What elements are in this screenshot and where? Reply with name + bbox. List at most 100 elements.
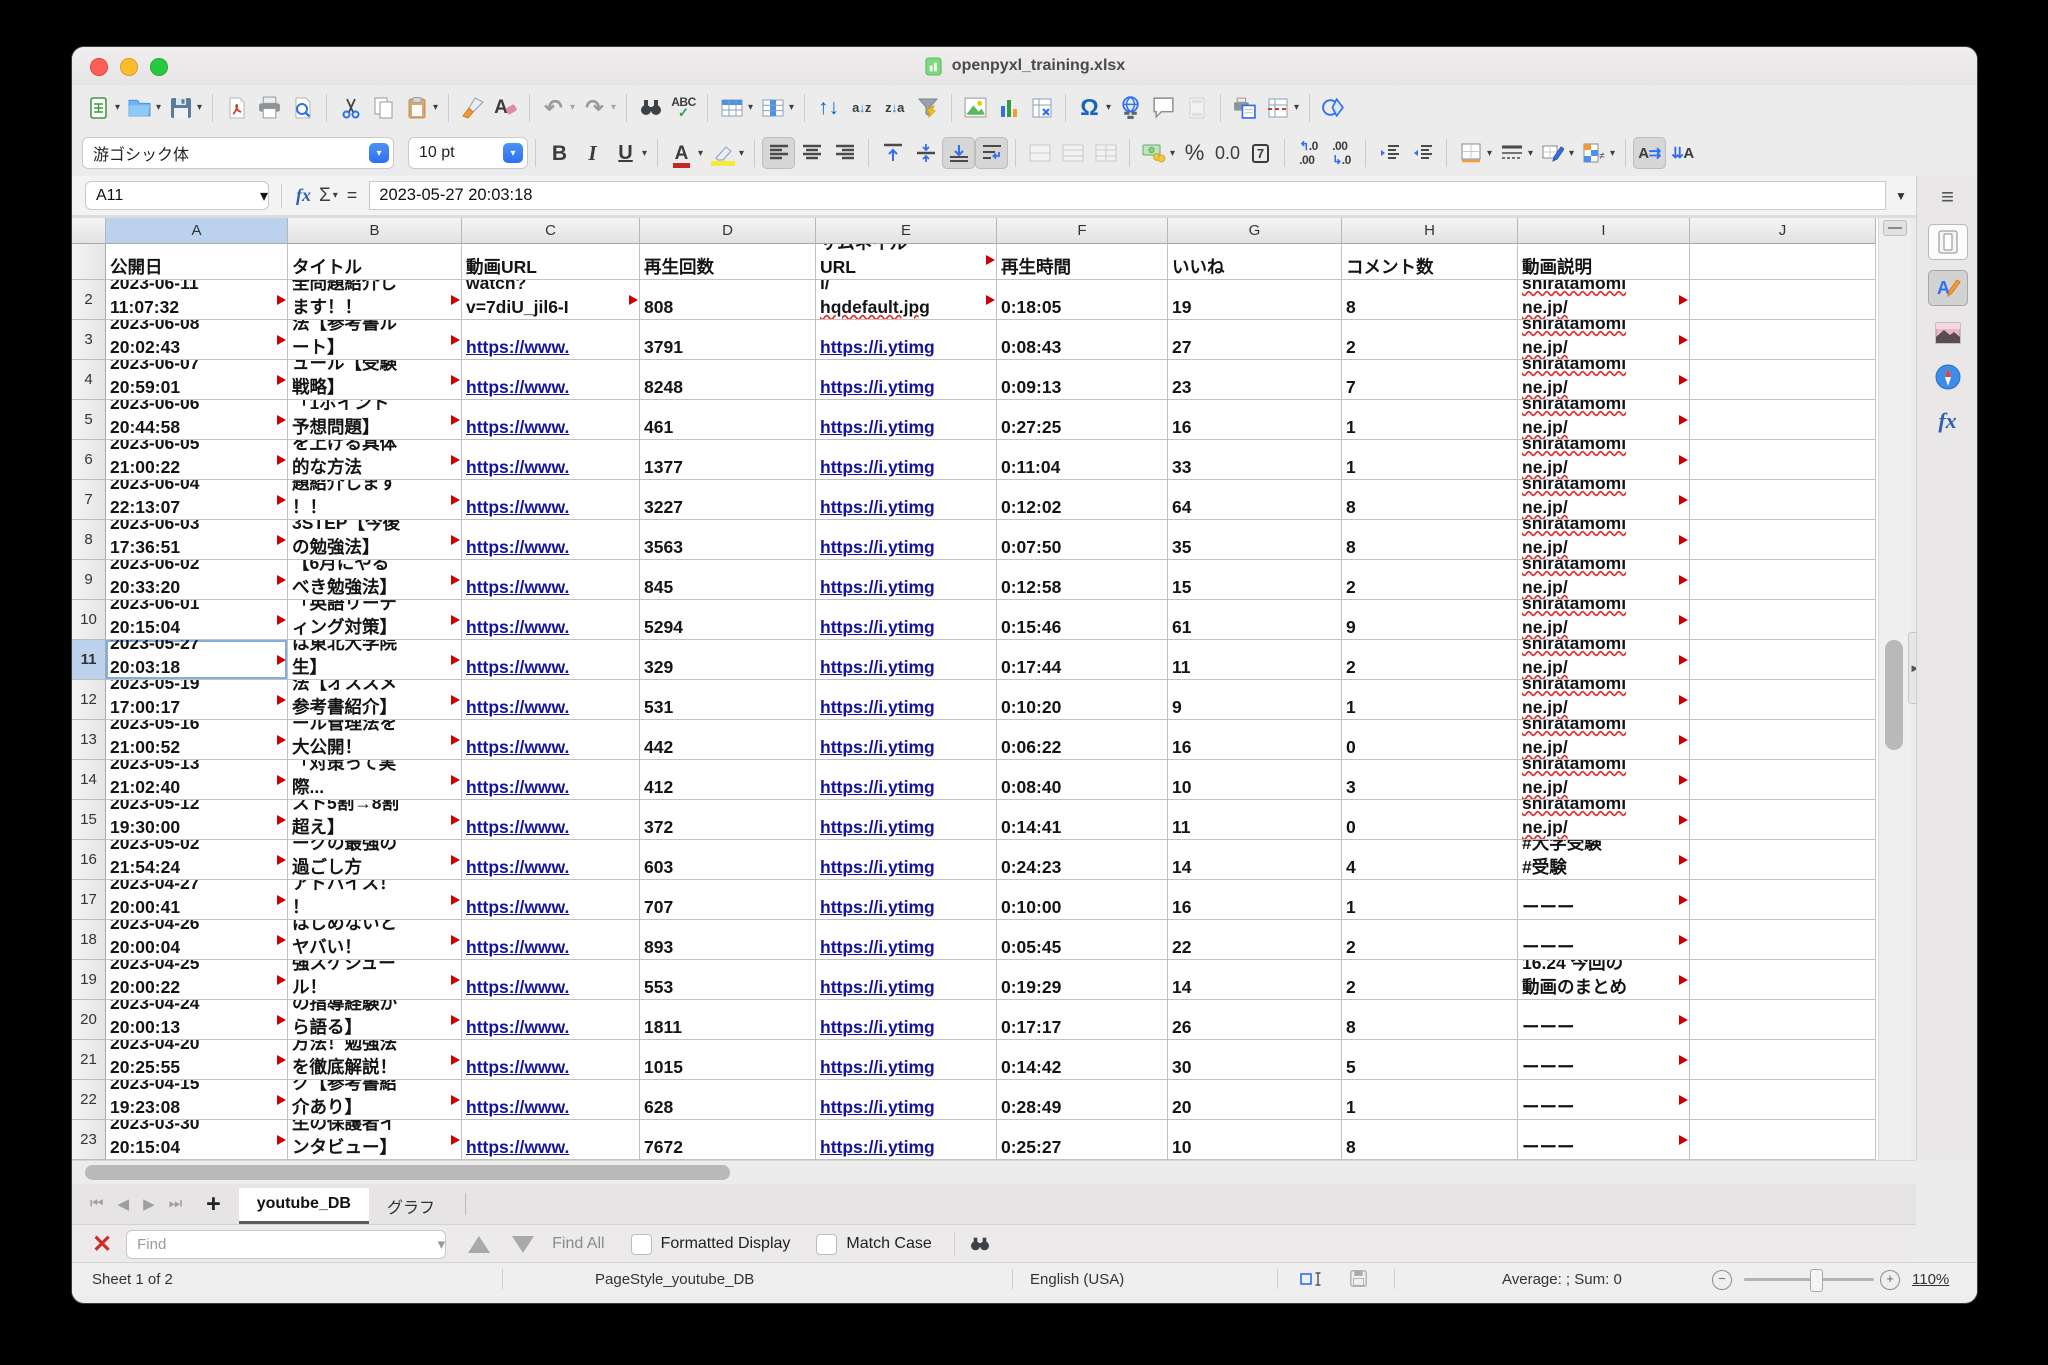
cell-D17[interactable]: 707: [640, 880, 816, 920]
cell-C23[interactable]: https://www.: [462, 1120, 640, 1160]
cell-I5[interactable]: shiratamomine.jp/: [1518, 400, 1690, 440]
redo-dropdown[interactable]: ▾: [608, 102, 619, 113]
cell-F16[interactable]: 0:24:23: [997, 840, 1168, 880]
undo-button[interactable]: ↶: [537, 92, 570, 124]
cell-A21[interactable]: 2023-04-2020:25:55: [106, 1040, 288, 1080]
cell-J6[interactable]: [1690, 440, 1876, 480]
cell-C2[interactable]: watch?v=7diU_jil6-I: [462, 280, 640, 320]
cell-C18[interactable]: https://www.: [462, 920, 640, 960]
cell-B10[interactable]: 「英語リーディング対策】: [288, 600, 462, 640]
cell-I16[interactable]: #大学受験#受験: [1518, 840, 1690, 880]
insert-chart-button[interactable]: [992, 92, 1025, 124]
cell-E14[interactable]: https://i.ytimg: [816, 760, 997, 800]
find-and-replace-icon[interactable]: [969, 1235, 991, 1253]
cell-A16[interactable]: 2023-05-0221:54:24: [106, 840, 288, 880]
special-character-button[interactable]: Ω: [1073, 92, 1106, 124]
cell-C12[interactable]: https://www.: [462, 680, 640, 720]
cell-B19[interactable]: 強スケジュール！: [288, 960, 462, 1000]
cell-B22[interactable]: ク【参考書紹介あり】: [288, 1080, 462, 1120]
cell-H20[interactable]: 8: [1342, 1000, 1518, 1040]
paste-button[interactable]: [400, 92, 433, 124]
border-color-button[interactable]: [1536, 137, 1569, 169]
find-previous-icon[interactable]: [468, 1236, 490, 1253]
save-button[interactable]: [164, 92, 197, 124]
cell-J3[interactable]: [1690, 320, 1876, 360]
cell-F4[interactable]: 0:09:13: [997, 360, 1168, 400]
cell-H13[interactable]: 0: [1342, 720, 1518, 760]
cell-J4[interactable]: [1690, 360, 1876, 400]
cell-I20[interactable]: ーーー: [1518, 1000, 1690, 1040]
cell-J17[interactable]: [1690, 880, 1876, 920]
column-header-H[interactable]: H: [1342, 218, 1518, 244]
cell-J23[interactable]: [1690, 1120, 1876, 1160]
open-panel-icon[interactable]: [1928, 224, 1968, 260]
cell-B21[interactable]: 方法！勉強法を徹底解説！: [288, 1040, 462, 1080]
cell-H23[interactable]: 8: [1342, 1120, 1518, 1160]
cell-D4[interactable]: 8248: [640, 360, 816, 400]
cell-G5[interactable]: 16: [1168, 400, 1342, 440]
cell-A13[interactable]: 2023-05-1621:00:52: [106, 720, 288, 760]
cell-A7[interactable]: 2023-06-0422:13:07: [106, 480, 288, 520]
cell-G21[interactable]: 30: [1168, 1040, 1342, 1080]
functions-deck-icon[interactable]: fx: [1929, 404, 1967, 438]
cell-I11[interactable]: shiratamomine.jp/: [1518, 640, 1690, 680]
formatted-display-checkbox[interactable]: [631, 1234, 652, 1255]
cell-B14[interactable]: 「対策って実際...: [288, 760, 462, 800]
column-header-D[interactable]: D: [640, 218, 816, 244]
row-header-9[interactable]: 9: [72, 560, 106, 600]
cell-I6[interactable]: shiratamomine.jp/: [1518, 440, 1690, 480]
row-header-19[interactable]: 19: [72, 960, 106, 1000]
cell-B16[interactable]: ークの最強の過ごし方: [288, 840, 462, 880]
cell-C20[interactable]: https://www.: [462, 1000, 640, 1040]
cell-I7[interactable]: shiratamomine.jp/: [1518, 480, 1690, 520]
find-input[interactable]: Find ▾: [126, 1230, 446, 1259]
cell-G6[interactable]: 33: [1168, 440, 1342, 480]
hyperlink-button[interactable]: [1114, 92, 1147, 124]
cell-C13[interactable]: https://www.: [462, 720, 640, 760]
cell-A4[interactable]: 2023-06-0720:59:01: [106, 360, 288, 400]
cell-F14[interactable]: 0:08:40: [997, 760, 1168, 800]
cell-I13[interactable]: shiratamomine.jp/: [1518, 720, 1690, 760]
cell-D8[interactable]: 3563: [640, 520, 816, 560]
row-header-14[interactable]: 14: [72, 760, 106, 800]
cell-E5[interactable]: https://i.ytimg: [816, 400, 997, 440]
row-header-7[interactable]: 7: [72, 480, 106, 520]
row-header-10[interactable]: 10: [72, 600, 106, 640]
cell-A1[interactable]: 公開日: [106, 244, 288, 280]
new-document-button[interactable]: [82, 92, 115, 124]
cell-B4[interactable]: ュール【受験戦略】: [288, 360, 462, 400]
cell-H8[interactable]: 8: [1342, 520, 1518, 560]
cell-B3[interactable]: 法【参考書ルート】: [288, 320, 462, 360]
cell-H18[interactable]: 2: [1342, 920, 1518, 960]
autosum-dropdown[interactable]: ▾: [330, 190, 341, 201]
cell-F15[interactable]: 0:14:41: [997, 800, 1168, 840]
cell-B2[interactable]: 全問題紹介します！！: [288, 280, 462, 320]
cell-I22[interactable]: ーーー: [1518, 1080, 1690, 1120]
row-header-17[interactable]: 17: [72, 880, 106, 920]
cell-B11[interactable]: は東北大学院生】: [288, 640, 462, 680]
border-style-button[interactable]: [1495, 137, 1528, 169]
cell-D1[interactable]: 再生回数: [640, 244, 816, 280]
formula-equals-icon[interactable]: =: [347, 185, 358, 206]
row-header-21[interactable]: 21: [72, 1040, 106, 1080]
expand-formula-bar-icon[interactable]: ▼: [1886, 189, 1916, 203]
cell-E1[interactable]: サムネイルURL: [816, 244, 997, 280]
cell-H14[interactable]: 3: [1342, 760, 1518, 800]
cell-J2[interactable]: [1690, 280, 1876, 320]
underline-button[interactable]: U: [609, 137, 642, 169]
insert-comment-button[interactable]: [1147, 92, 1180, 124]
match-case-checkbox[interactable]: [816, 1234, 837, 1255]
cell-H5[interactable]: 1: [1342, 400, 1518, 440]
cell-E21[interactable]: https://i.ytimg: [816, 1040, 997, 1080]
cell-E15[interactable]: https://i.ytimg: [816, 800, 997, 840]
autofilter-button[interactable]: [911, 92, 944, 124]
cell-I17[interactable]: ーーー: [1518, 880, 1690, 920]
cell-C1[interactable]: 動画URL: [462, 244, 640, 280]
cell-A19[interactable]: 2023-04-2520:00:22: [106, 960, 288, 1000]
cell-H17[interactable]: 1: [1342, 880, 1518, 920]
cell-J8[interactable]: [1690, 520, 1876, 560]
cell-D19[interactable]: 553: [640, 960, 816, 1000]
cell-F7[interactable]: 0:12:02: [997, 480, 1168, 520]
cell-G4[interactable]: 23: [1168, 360, 1342, 400]
sheet-tab-graph[interactable]: グラフ: [369, 1190, 453, 1223]
